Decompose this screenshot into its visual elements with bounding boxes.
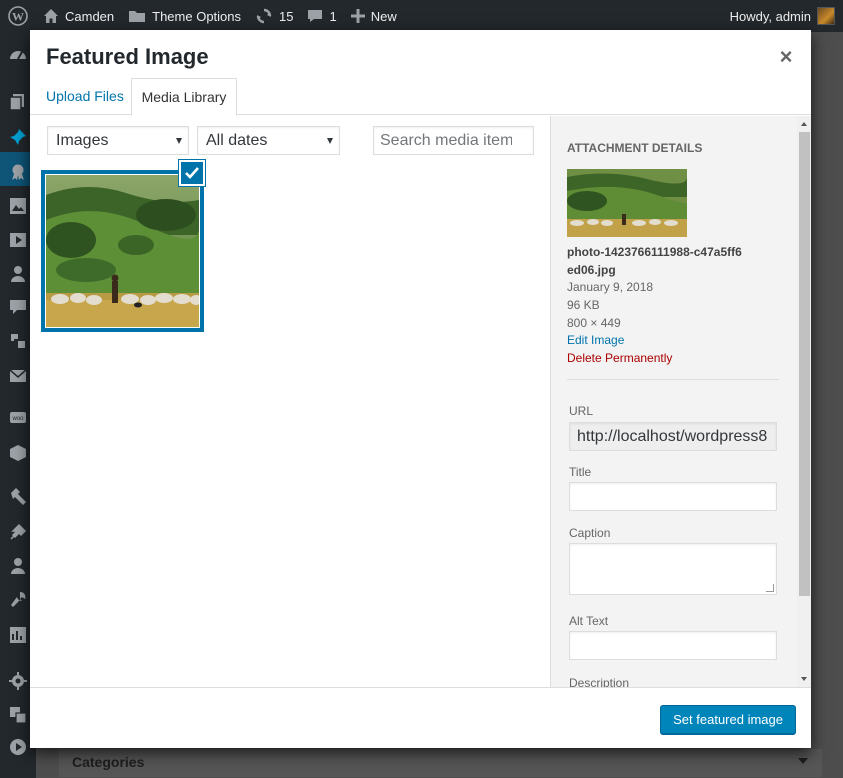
home-icon [43,8,59,24]
users-icon[interactable] [9,265,27,283]
folder-icon [128,8,146,24]
modal-title: Featured Image [46,44,209,69]
award-icon[interactable] [9,163,27,181]
resize-handle-icon[interactable] [766,584,774,592]
router-tabs: Upload Files Media Library [30,78,811,116]
theme-options-label: Theme Options [152,8,242,24]
wordpress-logo-icon[interactable]: W [0,0,36,32]
details-divider [567,379,779,380]
person-icon[interactable] [9,557,27,575]
title-label: Title [569,465,592,479]
wrench-icon[interactable] [9,591,27,609]
attachment-file-size: 96 KB [567,298,600,312]
checkmark-icon [185,167,199,179]
set-featured-image-button[interactable]: Set featured image [660,705,796,734]
video-icon[interactable] [9,231,27,249]
attachment-details-heading: Attachment Details [567,141,703,155]
media-type-value: Images [56,132,109,149]
description-label: Description [569,676,630,687]
delete-permanently-link[interactable]: Delete Permanently [567,351,672,365]
categories-toggle-icon [798,758,808,764]
url-label: URL [569,404,594,418]
attachment-filename: photo-1423766111988-c47a5ff6ed06.jpg [567,245,742,277]
media-modal: Featured Image × Upload Files Media Libr… [30,30,811,748]
categories-label: Categories [72,754,145,770]
media-type-filter[interactable]: Images [47,126,189,155]
my-account[interactable]: Howdy, admin [730,7,843,25]
box-icon[interactable] [9,444,27,462]
play-icon[interactable] [9,738,27,756]
dropdown-arrow-icon [176,138,182,144]
tab-upload-files[interactable]: Upload Files [36,78,134,115]
gear-icon[interactable] [9,672,27,690]
categories-box [58,748,823,778]
caption-label: Caption [569,526,611,540]
updates-link[interactable]: 15 [248,0,300,32]
site-name-link[interactable]: Camden [36,0,121,32]
hammer-icon[interactable] [9,488,27,506]
scrollbar-thumb[interactable] [799,132,810,596]
details-thumbnail [567,169,687,237]
attachment-date: January 9, 2018 [567,280,654,294]
svg-text:W: W [12,10,24,24]
close-icon[interactable]: × [771,42,801,72]
selected-check-button[interactable] [179,160,205,186]
new-content-link[interactable]: New [344,0,404,32]
plugins-icon[interactable] [9,523,27,541]
attachment-thumbnail[interactable] [41,170,204,332]
greeting: Howdy, admin [729,8,811,24]
attachments-browser: Images All dates [30,116,551,687]
email-icon[interactable] [9,367,27,385]
media-icon[interactable] [9,197,27,215]
modal-toolbar: Set featured image [30,687,811,748]
date-filter-value: All dates [206,132,268,149]
avatar [817,7,835,25]
refresh-icon [255,7,273,25]
updates-count: 15 [279,8,294,24]
admin-bar: W Camden Theme Options 15 1 New Howdy, a… [0,0,843,32]
sidebar-scrollbar[interactable] [797,116,811,687]
tools-icon[interactable] [9,332,27,350]
url-field[interactable]: http://localhost/wordpress8 [569,422,777,451]
search-input[interactable] [373,126,534,155]
alt-text-label: Alt Text [569,614,609,628]
woo-icon[interactable]: woo [9,409,27,427]
scroll-down-arrow-icon[interactable] [801,677,807,681]
plus-icon [350,9,365,23]
scroll-up-arrow-icon[interactable] [801,122,807,126]
attachment-details-sidebar: Attachment Details photo-1423766111988-c… [550,116,811,687]
comments-icon[interactable] [9,298,27,316]
new-label: New [370,8,397,24]
dashboard-icon[interactable] [9,46,27,64]
posts-icon[interactable] [9,93,27,111]
attachment-dimensions: 800 × 449 [567,316,621,330]
edit-image-link[interactable]: Edit Image [567,333,624,347]
comments-link[interactable]: 1 [300,0,343,32]
alt-text-field[interactable] [569,631,777,660]
theme-options-link[interactable]: Theme Options [121,0,248,32]
grid-icon[interactable] [9,626,27,644]
comments-count: 1 [329,8,337,24]
caption-field[interactable] [569,543,777,595]
dropdown-arrow-icon [327,138,333,144]
sheep-photo-thumbnail [46,175,199,327]
pin-icon[interactable] [9,128,27,146]
title-field[interactable] [569,482,777,511]
site-name: Camden [65,8,115,24]
tab-media-library[interactable]: Media Library [131,78,237,116]
svg-text:woo: woo [11,416,24,422]
date-filter[interactable]: All dates [197,126,340,155]
comment-icon [307,8,323,24]
translate-icon[interactable] [9,706,27,724]
